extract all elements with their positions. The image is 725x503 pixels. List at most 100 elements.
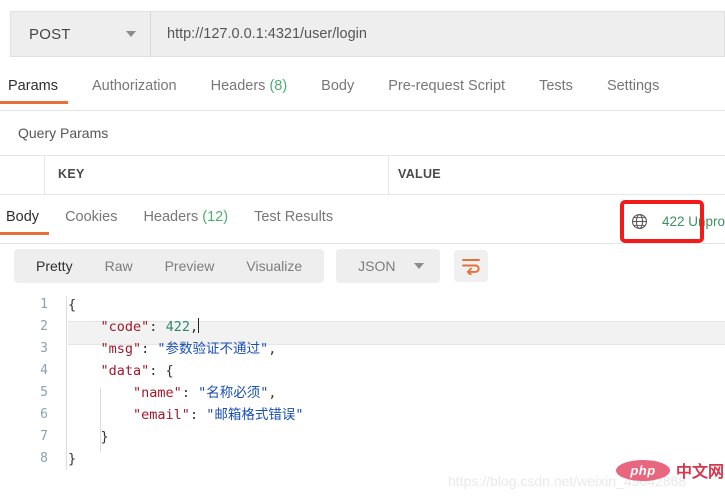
code-text: } [68, 448, 76, 470]
code-text: "name": "名称必须", [68, 382, 276, 404]
response-language-label: JSON [358, 258, 396, 274]
response-tab-headers[interactable]: Headers (12) [143, 207, 228, 235]
response-format-toolbar: Pretty Raw Preview Visualize JSON [14, 248, 725, 284]
request-tab-tests[interactable]: Tests [539, 76, 573, 104]
code-token: "参数验证不通过" [157, 341, 269, 357]
tab-label: Cookies [65, 209, 118, 225]
response-tab-cookies[interactable]: Cookies [65, 207, 117, 235]
request-tab-params[interactable]: Params [0, 76, 68, 104]
column-divider-2 [388, 156, 389, 194]
code-token: 422 [165, 319, 190, 335]
code-token: "code" [100, 319, 150, 335]
tab-count-badge: (12) [198, 209, 229, 225]
code-token: , [189, 319, 199, 335]
view-mode-pretty[interactable]: Pretty [20, 249, 89, 283]
line-number: 2 [40, 319, 48, 334]
code-token: : [141, 341, 158, 357]
request-tab-headers[interactable]: Headers (8) [211, 76, 288, 104]
request-tab-pre-request-script[interactable]: Pre-request Script [388, 76, 505, 104]
code-text: "code": 422, [68, 316, 200, 338]
request-tabs-divider [0, 110, 725, 111]
tab-label: Pre-request Script [388, 78, 506, 94]
text-cursor [198, 318, 200, 333]
tab-label: Body [321, 78, 355, 94]
code-token: { [68, 297, 77, 313]
query-params-header-row: KEY VALUE [0, 155, 725, 195]
tab-label: Authorization [91, 78, 177, 94]
tab-count-badge: (8) [265, 78, 288, 94]
view-mode-raw[interactable]: Raw [89, 249, 149, 283]
response-tab-body[interactable]: Body [0, 207, 50, 235]
http-method-label: POST [29, 25, 71, 43]
code-line: 3 "msg": "参数验证不通过", [0, 338, 725, 360]
code-line: 1{ [0, 294, 725, 316]
url-input[interactable]: http://127.0.0.1:4321/user/login [150, 11, 725, 57]
response-tabs-divider [0, 243, 725, 244]
line-number: 7 [40, 429, 48, 444]
tab-label: Params [8, 78, 58, 94]
tab-label: Tests [539, 78, 573, 94]
line-number: 8 [40, 451, 48, 466]
php-logo-text: php [630, 462, 656, 478]
active-tab-underline [0, 101, 68, 104]
code-token: "msg" [100, 341, 142, 357]
code-line: 7 } [0, 426, 725, 448]
active-tab-underline [0, 232, 50, 235]
code-token: "名称必须" [198, 385, 269, 401]
code-text: "msg": "参数验证不通过", [68, 338, 277, 360]
word-wrap-button[interactable] [453, 250, 488, 282]
response-view-mode-group: Pretty Raw Preview Visualize [14, 249, 325, 283]
code-text: "data": { [68, 360, 174, 382]
annotation-highlight-box [620, 200, 704, 243]
view-mode-visualize[interactable]: Visualize [230, 249, 318, 283]
code-text: { [68, 294, 76, 316]
code-token: , [268, 385, 277, 401]
code-text: } [68, 426, 109, 448]
code-token: , [268, 341, 277, 357]
code-line: 2 "code": 422, [0, 316, 725, 338]
tab-label: Headers [143, 209, 199, 225]
line-number: 1 [40, 297, 48, 312]
code-line: 5 "name": "名称必须", [0, 382, 725, 404]
query-params-label: Query Params [18, 125, 109, 141]
line-number: 4 [40, 363, 48, 378]
php-cn-logo: php 中文网 [616, 458, 724, 482]
code-token: "邮箱格式错误" [206, 407, 304, 423]
code-token: : [189, 407, 207, 423]
word-wrap-icon [461, 259, 480, 275]
tab-label: Settings [606, 78, 660, 94]
response-language-select[interactable]: JSON [336, 249, 440, 283]
column-header-key: KEY [58, 167, 85, 181]
code-token: "email" [133, 407, 190, 423]
code-token: : [181, 385, 199, 401]
response-tab-test-results[interactable]: Test Results [254, 207, 333, 235]
query-params-table: KEY VALUE [0, 155, 725, 195]
line-number: 3 [40, 341, 48, 356]
code-token: : [149, 319, 166, 335]
code-lines-container: 1{2 "code": 422, 3 "msg": "参数验证不通过", 4 "da… [0, 294, 725, 470]
url-text: http://127.0.0.1:4321/user/login [167, 26, 367, 42]
code-token: "data" [100, 363, 150, 379]
tab-label: Headers [210, 78, 266, 94]
line-number: 6 [40, 407, 48, 422]
http-method-selector[interactable]: POST [10, 11, 150, 57]
view-mode-preview[interactable]: Preview [149, 249, 231, 283]
request-tab-bar: Params Authorization Headers (8) Body Pre-re… [0, 76, 725, 110]
request-tab-body[interactable]: Body [321, 76, 354, 104]
tab-label: Test Results [254, 209, 334, 225]
code-token: } [68, 451, 77, 467]
code-token: : { [149, 363, 174, 379]
request-tab-authorization[interactable]: Authorization [92, 76, 177, 104]
request-tab-settings[interactable]: Settings [607, 76, 659, 104]
php-logo-cn-text: 中文网 [676, 464, 725, 481]
column-divider-1 [44, 156, 45, 194]
code-line: 4 "data": { [0, 360, 725, 382]
code-text: "email": "邮箱格式错误" [68, 404, 303, 426]
tab-label: Body [6, 209, 40, 225]
php-logo-badge: php [616, 459, 670, 481]
